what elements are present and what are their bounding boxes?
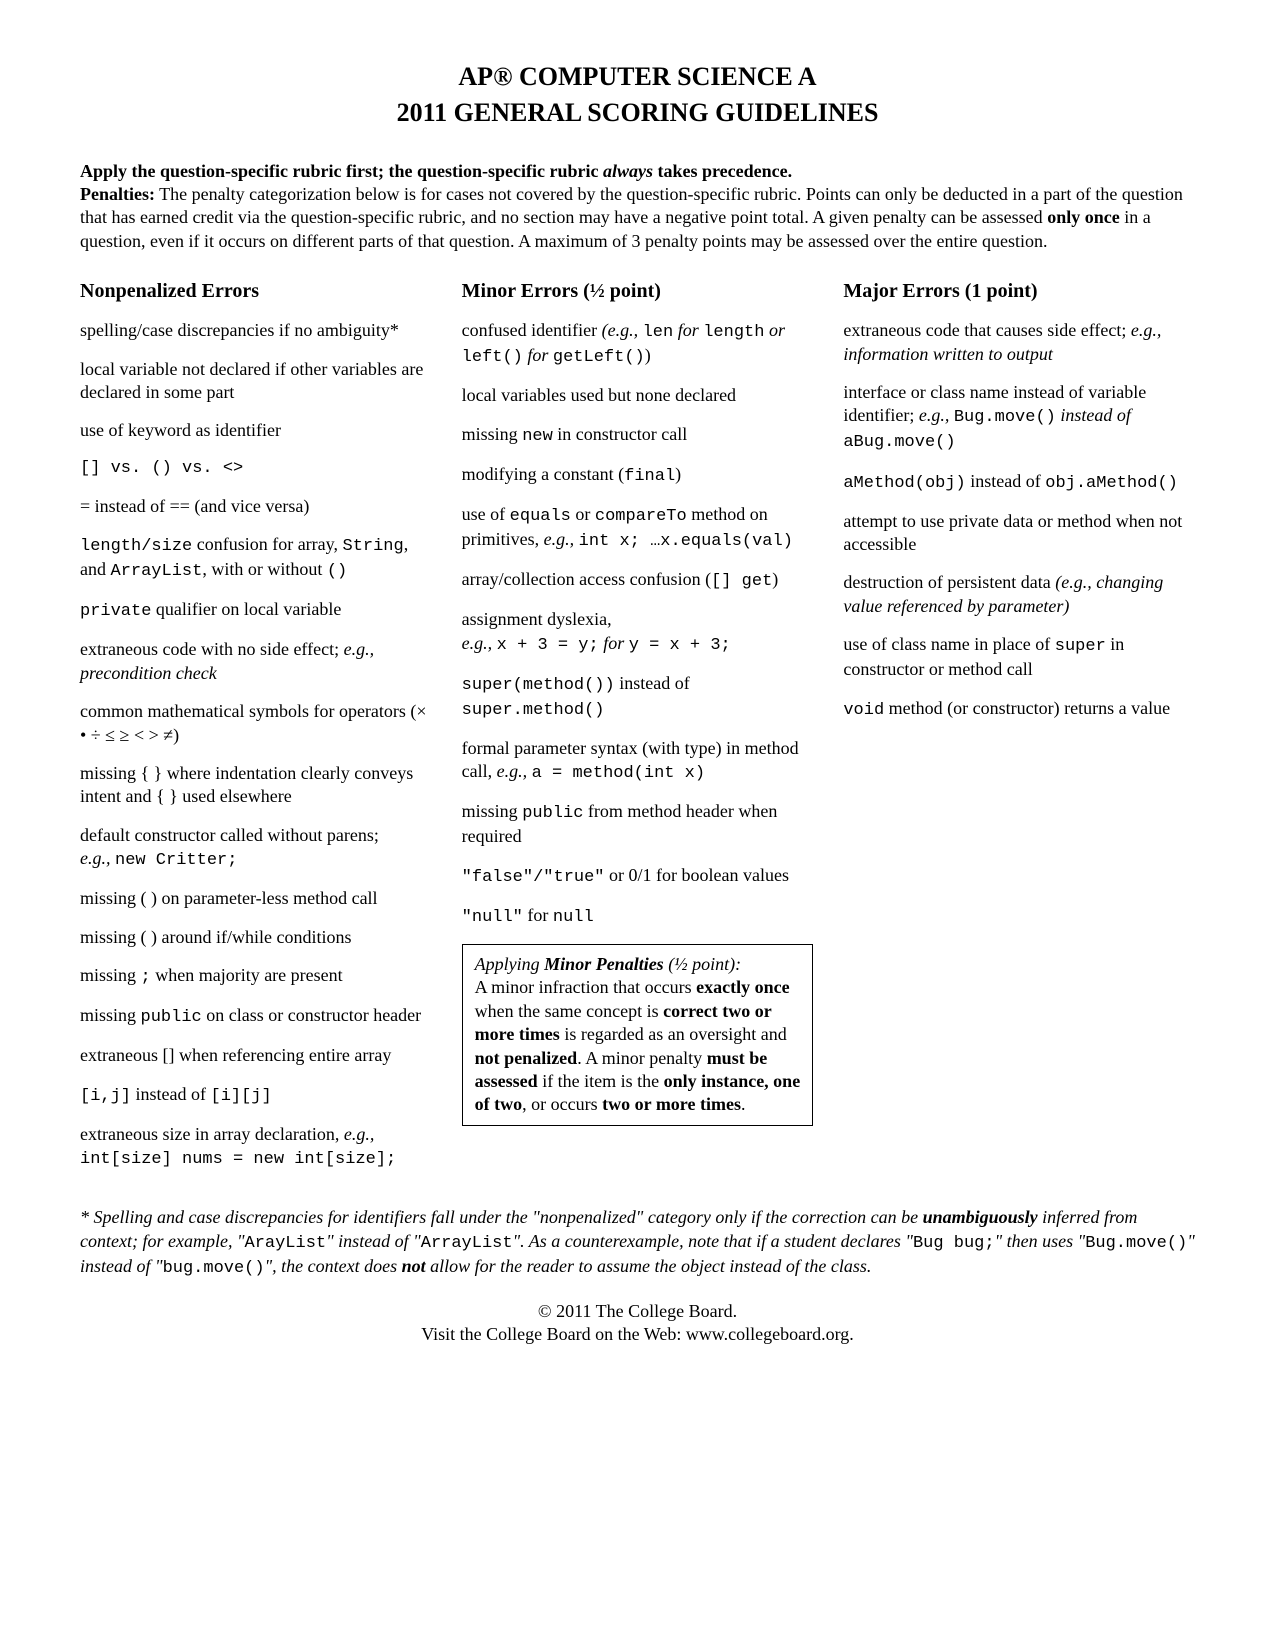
mi-item: array/collection access confusion ([] ge… [462, 568, 814, 593]
mi-item: use of equals or compareTo method on pri… [462, 503, 814, 553]
ma-item: destruction of persistent data (e.g., ch… [843, 571, 1195, 618]
footnote: * Spelling and case discrepancies for id… [80, 1206, 1195, 1280]
page-subtitle: 2011 GENERAL SCORING GUIDELINES [80, 96, 1195, 130]
col-major: Major Errors (1 point) extraneous code t… [843, 278, 1195, 1186]
ma-item: use of class name in place of super in c… [843, 633, 1195, 681]
intro-section: Apply the question-specific rubric first… [80, 160, 1195, 254]
np-item: missing { } where indentation clearly co… [80, 762, 432, 809]
col-header-minor: Minor Errors (½ point) [462, 278, 814, 304]
np-item: missing ; when majority are present [80, 964, 432, 989]
mi-item: modifying a constant (final) [462, 463, 814, 488]
np-item: missing ( ) on parameter-less method cal… [80, 887, 432, 910]
mi-item: local variables used but none declared [462, 384, 814, 407]
columns: Nonpenalized Errors spelling/case discre… [80, 278, 1195, 1186]
np-item: private qualifier on local variable [80, 598, 432, 623]
np-item: extraneous size in array declaration, e.… [80, 1123, 432, 1171]
mi-item: confused identifier (e.g., len for lengt… [462, 319, 814, 369]
col-header-nonpenalized: Nonpenalized Errors [80, 278, 432, 304]
np-item: missing public on class or constructor h… [80, 1004, 432, 1029]
url: Visit the College Board on the Web: www.… [80, 1323, 1195, 1346]
np-item: use of keyword as identifier [80, 419, 432, 442]
mi-item: "null" for null [462, 904, 814, 929]
page-title: AP® COMPUTER SCIENCE A [80, 60, 1195, 94]
mi-item: missing new in constructor call [462, 423, 814, 448]
col-header-major: Major Errors (1 point) [843, 278, 1195, 304]
np-item: default constructor called without paren… [80, 824, 432, 872]
np-item: [] vs. () vs. <> [80, 458, 432, 480]
np-item: extraneous code with no side effect; e.g… [80, 638, 432, 685]
intro-penalties: Penalties: The penalty categorization be… [80, 183, 1195, 253]
mi-item: assignment dyslexia,e.g., x + 3 = y; for… [462, 608, 814, 656]
np-item: common mathematical symbols for operator… [80, 700, 432, 747]
ma-item: interface or class name instead of varia… [843, 381, 1195, 455]
np-item: extraneous [] when referencing entire ar… [80, 1044, 432, 1067]
np-item: missing ( ) around if/while conditions [80, 926, 432, 949]
copyright: © 2011 The College Board. [80, 1300, 1195, 1323]
ma-item: extraneous code that causes side effect;… [843, 319, 1195, 366]
mi-item: super(method()) instead of super.method(… [462, 672, 814, 722]
mi-item: missing public from method header when r… [462, 800, 814, 848]
np-item: = instead of == (and vice versa) [80, 495, 432, 518]
col-nonpenalized: Nonpenalized Errors spelling/case discre… [80, 278, 432, 1186]
np-item: local variable not declared if other var… [80, 358, 432, 405]
ma-item: attempt to use private data or method wh… [843, 510, 1195, 557]
mi-item: "false"/"true" or 0/1 for boolean values [462, 864, 814, 889]
np-item: spelling/case discrepancies if no ambigu… [80, 319, 432, 342]
np-item: length/size confusion for array, String,… [80, 533, 432, 583]
minor-penalties-box: Applying Minor Penalties (½ point): A mi… [462, 944, 814, 1126]
mi-item: formal parameter syntax (with type) in m… [462, 737, 814, 785]
ma-item: aMethod(obj) instead of obj.aMethod() [843, 470, 1195, 495]
footer: © 2011 The College Board. Visit the Coll… [80, 1300, 1195, 1347]
col-minor: Minor Errors (½ point) confused identifi… [462, 278, 814, 1186]
ma-item: void method (or constructor) returns a v… [843, 697, 1195, 722]
intro-line-1: Apply the question-specific rubric first… [80, 160, 1195, 183]
np-item: [i,j] instead of [i][j] [80, 1083, 432, 1108]
